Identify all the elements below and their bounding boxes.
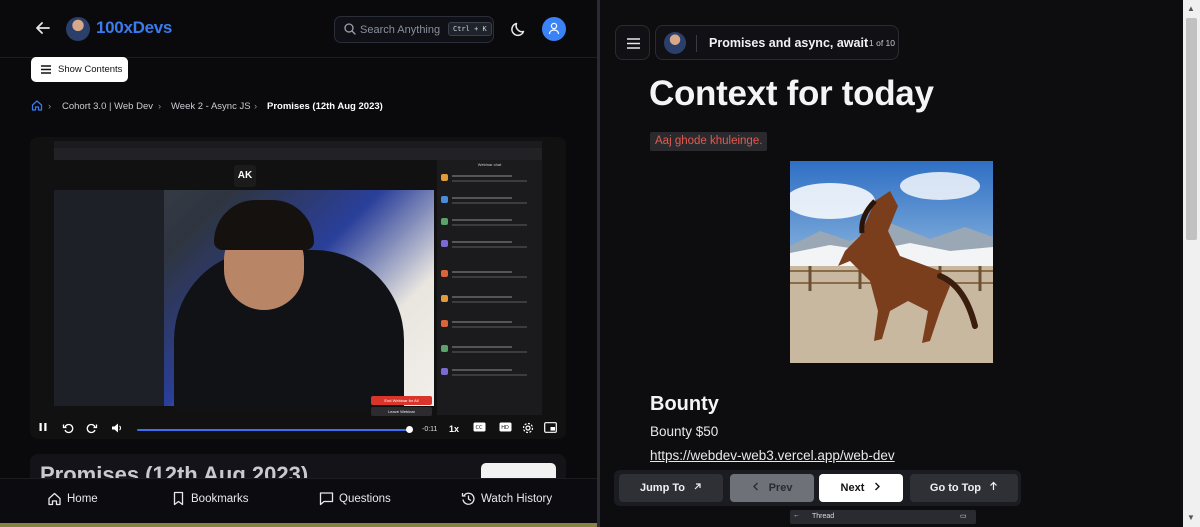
arrow-left-icon: ← [793, 512, 800, 519]
volume-icon[interactable] [110, 422, 124, 436]
prev-label: Prev [768, 482, 793, 494]
course-pane: 100xDevs Search Anything Ctrl + K Show C… [0, 0, 597, 527]
inline-code-callout: Aaj ghode khuleinge. [650, 132, 768, 151]
chevron-right-icon: › [158, 101, 162, 112]
theme-toggle-moon-icon[interactable] [510, 20, 528, 38]
show-contents-label: Show Contents [58, 64, 123, 75]
chat-message [441, 270, 538, 282]
thread-bar[interactable]: ← Thread ▭ [790, 510, 976, 524]
window-edge-highlight [0, 523, 597, 527]
thread-label: Thread [812, 513, 835, 520]
svg-text:CC: CC [475, 425, 482, 431]
recorded-zoom-toolbar [54, 148, 542, 160]
search-icon [344, 23, 356, 35]
forward-icon[interactable] [85, 422, 99, 436]
brand-name[interactable]: 100xDevs [96, 18, 172, 38]
acoustic-panel-wall [54, 190, 164, 406]
pause-icon[interactable] [36, 422, 50, 436]
breadcrumb-item-current: Promises (12th Aug 2023) [267, 101, 383, 112]
bookmark-icon [173, 491, 184, 506]
nav-watch-history-label: Watch History [481, 493, 553, 505]
presenter-hair [214, 200, 314, 250]
webinar-chat-title: Webinar chat [477, 162, 502, 167]
nav-questions-label: Questions [339, 493, 391, 505]
prev-button[interactable]: Prev [730, 474, 814, 502]
user-icon [548, 22, 560, 35]
arrow-up-icon [990, 481, 998, 490]
menu-icon [41, 65, 51, 74]
show-contents-button[interactable]: Show Contents [31, 57, 128, 82]
playback-speed[interactable]: 1x [449, 424, 459, 434]
hd-quality-icon[interactable]: HD [498, 422, 512, 436]
video-progress-bar[interactable] [137, 429, 409, 431]
user-profile-button[interactable] [542, 17, 566, 41]
chat-message [441, 295, 538, 307]
lesson-header: Promises and async, await 1 of 10 [655, 25, 899, 60]
scrollbar-thumb[interactable] [1186, 18, 1197, 240]
bounty-heading: Bounty [650, 393, 719, 415]
nav-home-label: Home [67, 493, 98, 505]
lesson-title: Promises and async, await [709, 36, 869, 50]
recorded-mac-menubar [54, 141, 542, 148]
horse-image [790, 161, 993, 363]
chevron-right-icon: › [48, 101, 52, 112]
search-shortcut-badge: Ctrl + K [448, 22, 492, 36]
video-progress-handle[interactable] [406, 426, 413, 433]
leave-webinar-button: Leave Webinar [371, 407, 432, 416]
menu-icon [627, 38, 640, 49]
go-to-top-button[interactable]: Go to Top [910, 474, 1018, 502]
scroll-down-arrow-icon[interactable]: ▼ [1187, 513, 1195, 522]
chat-bubble-icon [319, 492, 334, 506]
chat-message [441, 368, 538, 380]
scroll-up-arrow-icon[interactable]: ▲ [1187, 4, 1195, 13]
rewind-icon[interactable] [61, 422, 75, 436]
breadcrumb-item-week[interactable]: Week 2 - Async JS [171, 101, 251, 112]
lesson-notes-pane: Promises and async, await 1 of 10 Contex… [600, 0, 1200, 527]
video-frame-presenter [54, 190, 434, 410]
settings-icon[interactable] [521, 422, 535, 436]
chat-message [441, 345, 538, 357]
breadcrumb-item-cohort[interactable]: Cohort 3.0 | Web Dev [62, 101, 153, 112]
jump-to-label: Jump To [639, 482, 685, 494]
chevron-right-icon: › [254, 101, 258, 112]
history-icon [461, 492, 475, 505]
jump-to-button[interactable]: Jump To [619, 474, 723, 502]
end-webinar-button: End Webinar for All [371, 396, 432, 405]
app-root: 100xDevs Search Anything Ctrl + K Show C… [0, 0, 1200, 527]
notes-menu-button[interactable] [615, 25, 650, 60]
chevron-left-icon [752, 482, 758, 491]
chat-message [441, 196, 538, 208]
notes-pager: Jump To Prev Next Go to Top [614, 470, 1021, 506]
bounty-amount: Bounty $50 [650, 424, 719, 439]
captions-icon[interactable]: CC [472, 422, 486, 436]
back-arrow-icon[interactable] [34, 19, 54, 39]
search-placeholder: Search Anything [360, 24, 441, 36]
lesson-page-count: 1 of 10 [869, 38, 895, 48]
nav-bookmarks-label: Bookmarks [191, 493, 249, 505]
next-label: Next [840, 482, 865, 494]
instructor-avatar [664, 32, 686, 54]
notes-heading: Context for today [649, 74, 934, 113]
chat-message [441, 240, 538, 252]
chat-message [441, 174, 538, 186]
top-navbar: 100xDevs Search Anything Ctrl + K [0, 0, 597, 58]
bounty-link[interactable]: https://webdev-web3.vercel.app/web-dev [650, 448, 895, 463]
chat-message [441, 320, 538, 332]
picture-in-picture-icon[interactable] [543, 422, 557, 436]
svg-text:HD: HD [501, 425, 509, 431]
divider [696, 35, 697, 52]
next-button[interactable]: Next [819, 474, 903, 502]
arrow-up-right-icon [694, 483, 701, 490]
recorded-webinar-chat: Webinar chat [437, 160, 542, 415]
chevron-right-icon [875, 482, 881, 491]
go-to-top-label: Go to Top [929, 482, 982, 494]
chat-message [441, 218, 538, 230]
bottom-navigation: Home Bookmarks Questions Watch History [0, 478, 597, 527]
home-breadcrumb-icon[interactable] [31, 99, 43, 114]
window-icon: ▭ [960, 513, 967, 520]
brand-logo-avatar[interactable] [66, 17, 90, 41]
presenter-initials-badge: AK [234, 165, 256, 187]
home-icon [48, 492, 61, 506]
video-time-remaining: -0:11 [422, 426, 438, 433]
